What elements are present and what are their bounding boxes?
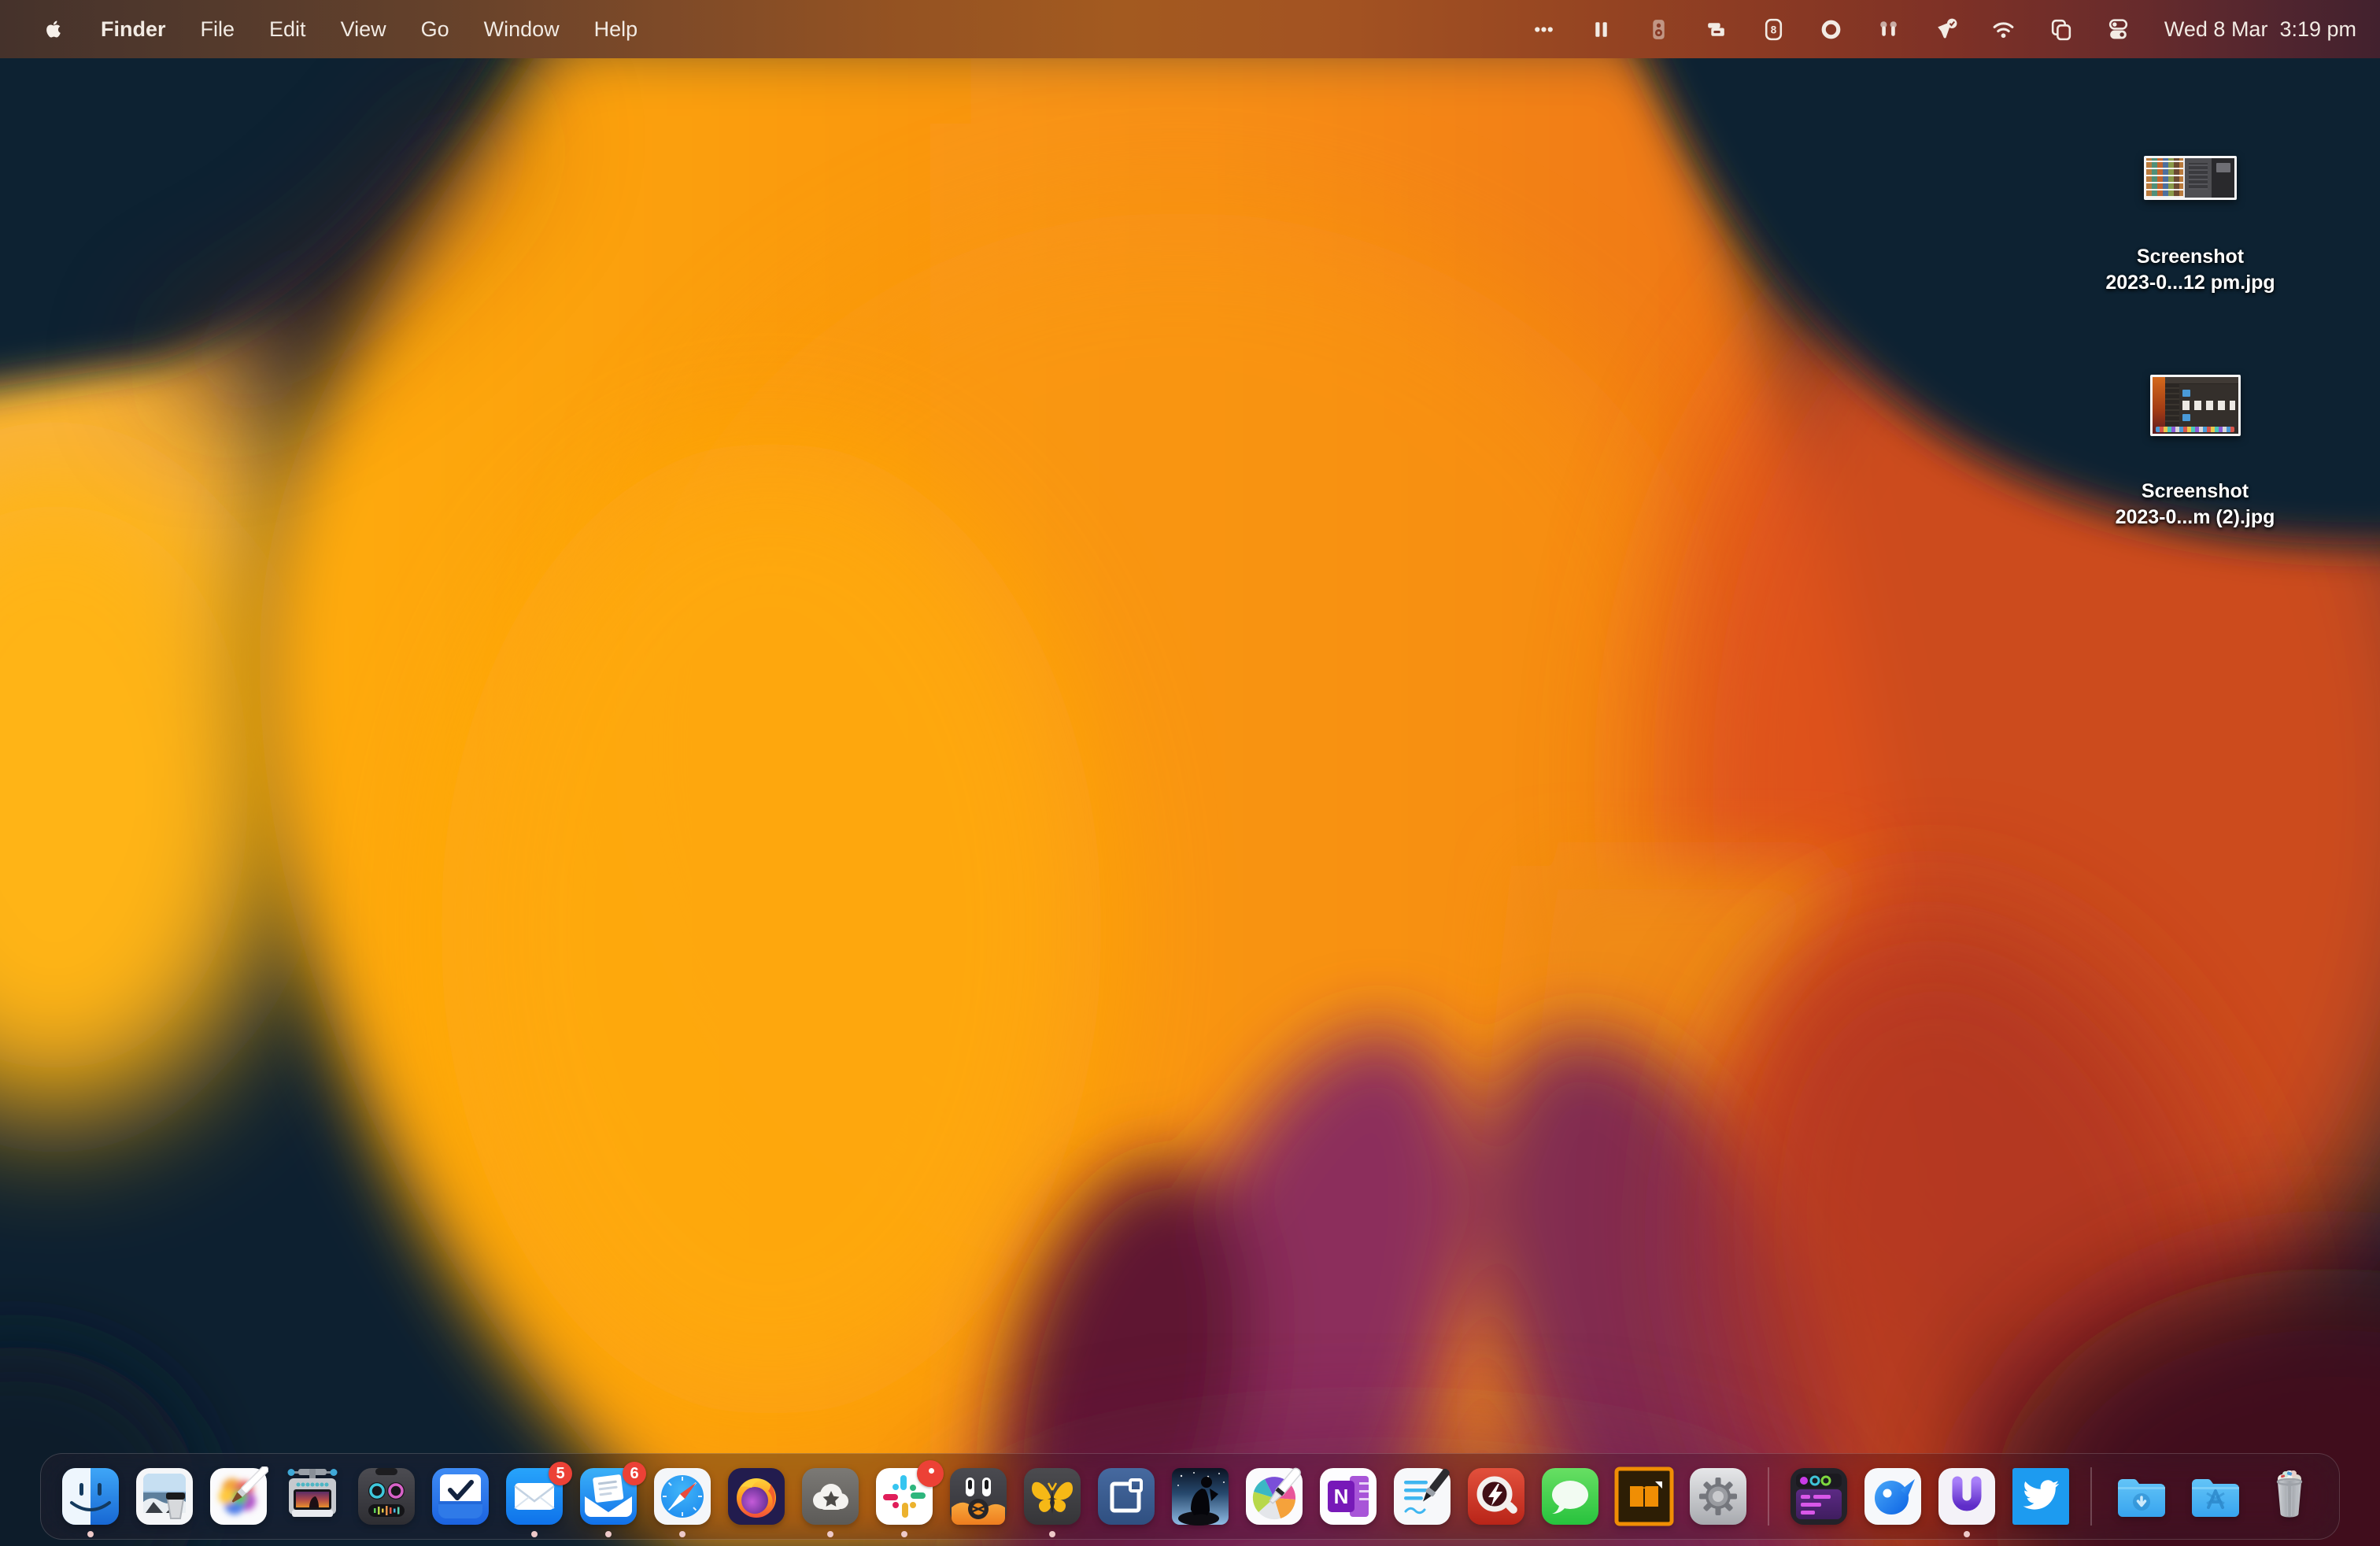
running-indicator-dot	[605, 1531, 612, 1537]
wifi-icon[interactable]	[1975, 0, 2032, 58]
trash-full-dock-icon[interactable]	[2260, 1466, 2319, 1526]
window-frames-app-dock-icon[interactable]	[1096, 1466, 1156, 1526]
screenshot-1-thumbnail	[2144, 156, 2237, 200]
menu-window[interactable]: Window	[467, 17, 577, 42]
cloud-star-app-dock-icon[interactable]	[800, 1466, 860, 1537]
menu-edit[interactable]: Edit	[252, 17, 323, 42]
menu-bar: Finder File Edit View Go Window Help 8 Wed 8 …	[0, 0, 2380, 58]
finder-dock-icon[interactable]	[61, 1466, 120, 1537]
pixelmator-dock-icon[interactable]	[209, 1466, 268, 1526]
messages-dock-icon[interactable]	[1540, 1466, 1600, 1526]
menu-go[interactable]: Go	[404, 17, 467, 42]
control-center-icon[interactable]	[2090, 0, 2147, 58]
notification-badge: 6	[623, 1462, 646, 1485]
cleanshot-x-dock-icon[interactable]	[948, 1466, 1008, 1526]
dock-divider	[1768, 1467, 1769, 1526]
onenote-dock-icon[interactable]: N	[1318, 1466, 1378, 1526]
apple-menu[interactable]	[24, 0, 83, 58]
menu-bar-left: Finder File Edit View Go Window Help	[0, 0, 655, 58]
spark-mail-dock-icon[interactable]: 6	[578, 1462, 646, 1537]
highlighter-app-dock-icon[interactable]	[1244, 1466, 1304, 1526]
firefox-dock-icon[interactable]	[726, 1466, 786, 1526]
running-indicator-dot	[901, 1531, 907, 1537]
apple-logo-icon	[46, 20, 61, 38]
kindle-dock-icon[interactable]	[1170, 1466, 1230, 1526]
status-icons: 8	[1515, 0, 2147, 58]
desktop-file-screenshot-2[interactable]: Screenshot 2023-0...m (2).jpg	[2098, 375, 2292, 528]
goodnotes-dock-icon[interactable]	[1392, 1466, 1452, 1526]
mail-dock-icon[interactable]: 5	[504, 1462, 572, 1537]
desktop-file-screenshot-1[interactable]: Screenshot 2023-0...12 pm.jpg	[2094, 156, 2287, 294]
adobe-digital-editions-dock-icon[interactable]	[1614, 1466, 1674, 1526]
running-indicator-dot	[679, 1531, 686, 1537]
pause-icon[interactable]	[1572, 0, 1630, 58]
screenshot-1-label: Screenshot 2023-0...12 pm.jpg	[2105, 246, 2275, 294]
running-indicator-dot	[87, 1531, 94, 1537]
svg-text:N: N	[1334, 1485, 1349, 1508]
running-indicator-dot	[1049, 1531, 1055, 1537]
menu-help[interactable]: Help	[577, 17, 656, 42]
svg-text:8: 8	[1771, 24, 1777, 35]
dock: 5 6 N	[40, 1453, 2340, 1540]
safari-dock-icon[interactable]	[652, 1466, 712, 1537]
quicksilver-dock-icon[interactable]	[1466, 1466, 1526, 1526]
wallpaper	[0, 0, 2380, 1546]
photo-ink-app-dock-icon[interactable]	[135, 1466, 194, 1526]
photo-scanner-app-dock-icon[interactable]	[283, 1466, 342, 1526]
menu-view[interactable]: View	[323, 17, 404, 42]
blue-bird-app-dock-icon[interactable]	[1863, 1466, 1923, 1526]
downloads-folder-dock-icon[interactable]	[2112, 1466, 2171, 1526]
running-indicator-dot	[827, 1531, 833, 1537]
screenshot-2-thumbnail	[2149, 375, 2241, 436]
menu-bar-clock[interactable]: Wed 8 Mar 3:19 pm	[2147, 17, 2360, 42]
speaker-device-dimmed-icon[interactable]	[1630, 0, 1687, 58]
dock-divider	[2090, 1467, 2092, 1526]
menu-bar-right: 8 Wed 8 Mar 3:19 pm	[1515, 0, 2380, 58]
running-indicator-dot	[1964, 1531, 1970, 1537]
applications-folder-dock-icon[interactable]	[2186, 1466, 2245, 1526]
copy-clipboard-icon[interactable]	[2032, 0, 2090, 58]
display-bar-icon[interactable]	[1687, 0, 1745, 58]
ellipsis-more-icon[interactable]	[1515, 0, 1572, 58]
notification-badge-dot	[917, 1460, 944, 1487]
things-dock-icon[interactable]	[431, 1466, 490, 1526]
menu-items: File Edit View Go Window Help	[183, 0, 656, 58]
active-app-name[interactable]: Finder	[83, 17, 183, 42]
running-indicator-dot	[531, 1531, 538, 1537]
slack-dock-icon[interactable]	[874, 1460, 944, 1537]
twitter-dock-icon[interactable]	[2011, 1466, 2071, 1526]
purple-panel-app-dock-icon[interactable]	[1789, 1466, 1849, 1526]
desktop-screen: Finder File Edit View Go Window Help 8 Wed 8 …	[0, 0, 2380, 1546]
system-settings-dock-icon[interactable]	[1688, 1466, 1748, 1526]
notification-badge: 5	[549, 1462, 572, 1485]
airpods-icon[interactable]	[1860, 0, 1917, 58]
ulysses-dock-icon[interactable]	[1022, 1466, 1082, 1537]
location-check-icon[interactable]	[1917, 0, 1975, 58]
counter-8-icon[interactable]: 8	[1745, 0, 1802, 58]
screenshot-2-label: Screenshot 2023-0...m (2).jpg	[2115, 480, 2275, 528]
menu-file[interactable]: File	[183, 17, 253, 42]
ring-circle-icon[interactable]	[1802, 0, 1860, 58]
u-letter-app-dock-icon[interactable]	[1937, 1466, 1997, 1537]
audio-hijack-dock-icon[interactable]	[357, 1466, 416, 1526]
